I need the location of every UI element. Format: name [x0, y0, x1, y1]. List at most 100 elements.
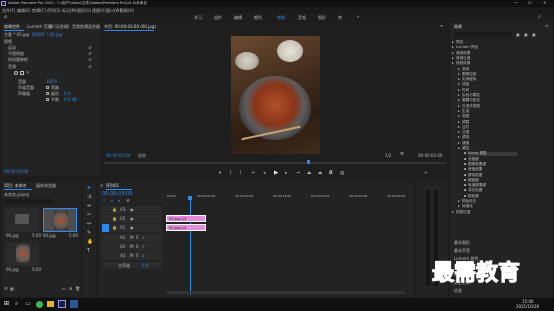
- close-icon[interactable]: ✕: [543, 1, 546, 5]
- word-icon[interactable]: [70, 300, 78, 308]
- project-item-selected[interactable]: [43, 208, 77, 232]
- effects-folder[interactable]: 风格化: [462, 205, 473, 209]
- bottom-panel-essential-graphics[interactable]: 基本图形: [454, 241, 470, 245]
- new-item-icon[interactable]: ⊞: [69, 287, 72, 291]
- search-icon[interactable]: ⌕: [538, 15, 541, 20]
- channel-volume-row[interactable]: 声道音量: [18, 86, 34, 90]
- effects-folder[interactable]: 调整: [462, 120, 469, 125]
- effect-item[interactable]: 亮度键: [468, 157, 479, 162]
- lock-icon[interactable]: 🔒: [112, 207, 117, 212]
- effects-folder[interactable]: 音频效果: [456, 51, 470, 56]
- effects-folder[interactable]: 视频效果: [456, 62, 470, 66]
- track-header-v3[interactable]: V3 🔒 ◉: [102, 206, 162, 214]
- step-back-icon[interactable]: ◂: [263, 171, 265, 177]
- reset-icon[interactable]: ↺: [88, 46, 91, 50]
- effect-item[interactable]: 超级键: [468, 178, 479, 183]
- effects-folder[interactable]: 图像控制: [462, 72, 476, 77]
- icon-view-icon[interactable]: ▦: [10, 287, 14, 291]
- extract-icon[interactable]: ⏏: [318, 171, 322, 177]
- timeline-clip[interactable]: 00.jpg [V]: [166, 224, 206, 231]
- track-header-a1[interactable]: A1 M S ♪: [102, 234, 162, 242]
- step-forward-icon[interactable]: ▸: [285, 171, 287, 177]
- lift-icon[interactable]: ⏏: [307, 171, 311, 177]
- add-button-icon[interactable]: +: [424, 171, 428, 177]
- track-header-master[interactable]: 主声道 0.0: [102, 262, 162, 269]
- level-checkbox[interactable]: [46, 92, 49, 95]
- lock-icon[interactable]: 🔒: [112, 216, 117, 221]
- camera-icon[interactable]: ◘: [329, 171, 333, 177]
- effect-item[interactable]: 图像遮罩键: [468, 162, 486, 167]
- balance-value[interactable]: 0.0: [64, 92, 70, 96]
- new-bin-icon[interactable]: ▭: [62, 287, 66, 291]
- fit-dropdown[interactable]: 适合: [138, 154, 146, 158]
- menu-view[interactable]: 视图(V): [92, 8, 106, 13]
- eye-icon[interactable]: ◉: [130, 216, 134, 221]
- effects-folder[interactable]: 扭曲: [462, 83, 469, 87]
- effects-folder[interactable]: 生成: [462, 109, 469, 114]
- project-item[interactable]: [6, 208, 39, 232]
- reset-icon[interactable]: ↺: [88, 65, 91, 69]
- workspace-editing[interactable]: 编辑: [234, 16, 242, 20]
- selection-tool-icon[interactable]: ➤: [87, 186, 91, 191]
- effect-item[interactable]: Alpha 调整: [468, 152, 517, 156]
- effects-folder[interactable]: 视频: [462, 115, 469, 119]
- project-search-input[interactable]: [4, 199, 54, 204]
- menu-graphics[interactable]: 图形(G): [77, 8, 91, 13]
- quality-dropdown[interactable]: 1/2: [385, 154, 391, 158]
- eye-icon[interactable]: ◉: [130, 225, 134, 230]
- maximize-icon[interactable]: ☐: [528, 1, 532, 5]
- rectangle-mask-icon[interactable]: [20, 71, 24, 75]
- tab-project[interactable]: 项目: 未命名: [4, 184, 27, 188]
- track-header-a2[interactable]: A2 M S ♪: [102, 243, 162, 251]
- fx-motion-row[interactable]: 运动: [8, 46, 16, 50]
- delete-icon[interactable]: 🗑: [75, 287, 80, 291]
- mark-out-icon[interactable]: }: [239, 171, 242, 177]
- effects-folder[interactable]: 透视: [462, 136, 469, 140]
- microphone-icon[interactable]: ♪: [142, 245, 145, 249]
- reset-icon[interactable]: ↺: [88, 52, 91, 56]
- menu-edit[interactable]: 编辑(E): [17, 8, 31, 13]
- mute-button[interactable]: M: [130, 236, 133, 240]
- play-icon[interactable]: ▶: [274, 170, 278, 177]
- effects-folder[interactable]: Lumetri 预设: [456, 46, 478, 50]
- sequence-clip-label[interactable]: 序列01 * 00.jpg: [32, 33, 62, 37]
- menu-sequence[interactable]: 序列(S): [47, 8, 61, 13]
- effects-folder[interactable]: 变换: [462, 67, 469, 72]
- menu-clip[interactable]: 剪辑(C): [32, 8, 46, 13]
- menu-window[interactable]: 窗口(W): [106, 8, 121, 13]
- windows-start-icon[interactable]: ⊞: [4, 301, 9, 307]
- effect-item[interactable]: 差值遮罩: [468, 168, 482, 172]
- effect-item[interactable]: 颜色键: [468, 194, 479, 199]
- task-view-icon[interactable]: ▭: [25, 301, 31, 307]
- effects-folder[interactable]: 音频过渡: [456, 56, 470, 61]
- effects-folder[interactable]: 过时: [462, 125, 469, 130]
- premiere-taskbar-icon[interactable]: [58, 300, 66, 308]
- tab-effect-controls[interactable]: 效果控件: [4, 25, 20, 29]
- reset-icon[interactable]: ↺: [88, 58, 91, 62]
- tab-media-browser[interactable]: 媒体浏览器: [36, 184, 56, 188]
- track-header-a3[interactable]: A3 M S ♪: [102, 252, 162, 260]
- workspace-effects[interactable]: 效果: [277, 16, 285, 20]
- mute-button[interactable]: M: [130, 245, 133, 249]
- panel-menu-icon[interactable]: ≡: [545, 24, 548, 28]
- panel-menu-icon[interactable]: ≡: [440, 24, 443, 28]
- workspace-more-icon[interactable]: »: [357, 15, 359, 19]
- accelerated-icon[interactable]: ▣: [516, 33, 520, 37]
- workspace-audio[interactable]: 音频: [298, 16, 306, 20]
- effects-folder[interactable]: 沉浸式视频: [462, 104, 480, 109]
- mark-in-icon[interactable]: {: [229, 171, 232, 177]
- sequence-tab[interactable]: 序列01: [106, 184, 119, 188]
- yuv-icon[interactable]: ▣: [532, 33, 536, 37]
- bottom-panel-essential-sound[interactable]: 基本声音: [454, 249, 470, 253]
- track-select-tool-icon[interactable]: ⇉: [87, 195, 91, 200]
- timeline-clip[interactable]: 00.jpg [V]: [166, 215, 206, 222]
- master-value[interactable]: 0.0: [142, 263, 148, 268]
- track-header-v1[interactable]: V1 🔒 ◉: [102, 224, 162, 232]
- source-patch-v1[interactable]: [102, 224, 109, 232]
- balance-checkbox[interactable]: [46, 98, 49, 101]
- bottom-panel-info[interactable]: 信息: [454, 289, 462, 293]
- effects-folder[interactable]: 时间: [462, 88, 469, 93]
- pen-icon[interactable]: ✎: [26, 70, 29, 75]
- effects-search-input[interactable]: [454, 32, 512, 37]
- track-header-v2[interactable]: V2 🔒 ◉: [102, 215, 162, 223]
